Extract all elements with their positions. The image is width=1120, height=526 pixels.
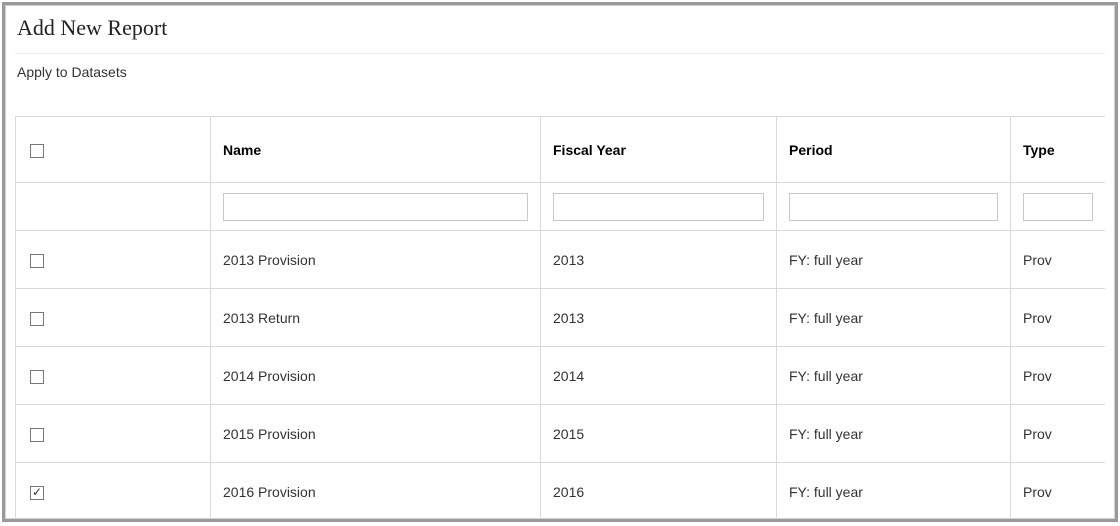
cell-checkbox [16, 463, 211, 521]
page-title: Add New Report [15, 13, 1105, 53]
cell-name: 2016 Provision [211, 463, 541, 521]
filter-fiscal-year-input[interactable] [553, 193, 764, 221]
header-fiscal-year[interactable]: Fiscal Year [541, 117, 777, 183]
cell-name: 2015 Provision [211, 405, 541, 463]
cell-type: Prov [1011, 463, 1106, 521]
filter-cell-period [777, 183, 1011, 231]
table-row[interactable]: 2013 Provision2013FY: full yearProv [16, 231, 1106, 289]
cell-fiscal-year: 2013 [541, 231, 777, 289]
filter-type-input[interactable] [1023, 193, 1093, 221]
header-period[interactable]: Period [777, 117, 1011, 183]
cell-period: FY: full year [777, 231, 1011, 289]
header-type[interactable]: Type [1011, 117, 1106, 183]
cell-checkbox [16, 231, 211, 289]
cell-type: Prov [1011, 231, 1106, 289]
section-label: Apply to Datasets [15, 53, 1105, 86]
cell-fiscal-year: 2014 [541, 347, 777, 405]
row-checkbox[interactable] [30, 486, 44, 500]
table-filter-row [16, 183, 1106, 231]
header-name[interactable]: Name [211, 117, 541, 183]
row-checkbox[interactable] [30, 254, 44, 268]
table-header-row: Name Fiscal Year Period Type [16, 117, 1106, 183]
datasets-table: Name Fiscal Year Period Type [15, 116, 1105, 521]
table-row[interactable]: 2014 Provision2014FY: full yearProv [16, 347, 1106, 405]
cell-checkbox [16, 347, 211, 405]
cell-name: 2014 Provision [211, 347, 541, 405]
table-row[interactable]: 2016 Provision2016FY: full yearProv [16, 463, 1106, 521]
row-checkbox[interactable] [30, 428, 44, 442]
header-select-all [16, 117, 211, 183]
filter-cell-type [1011, 183, 1106, 231]
row-checkbox[interactable] [30, 312, 44, 326]
cell-checkbox [16, 405, 211, 463]
filter-period-input[interactable] [789, 193, 998, 221]
cell-name: 2013 Provision [211, 231, 541, 289]
table-row[interactable]: 2013 Return2013FY: full yearProv [16, 289, 1106, 347]
cell-type: Prov [1011, 347, 1106, 405]
filter-cell-fiscal-year [541, 183, 777, 231]
filter-cell-name [211, 183, 541, 231]
cell-period: FY: full year [777, 405, 1011, 463]
spacer [15, 86, 1105, 116]
cell-checkbox [16, 289, 211, 347]
cell-fiscal-year: 2015 [541, 405, 777, 463]
filter-name-input[interactable] [223, 193, 528, 221]
cell-period: FY: full year [777, 347, 1011, 405]
cell-period: FY: full year [777, 289, 1011, 347]
cell-period: FY: full year [777, 463, 1011, 521]
window-frame: Add New Report Apply to Datasets Name Fi… [2, 2, 1118, 522]
cell-type: Prov [1011, 405, 1106, 463]
filter-cell-empty [16, 183, 211, 231]
cell-type: Prov [1011, 289, 1106, 347]
table-row[interactable]: 2015 Provision2015FY: full yearProv [16, 405, 1106, 463]
select-all-checkbox[interactable] [30, 144, 44, 158]
cell-fiscal-year: 2016 [541, 463, 777, 521]
cell-fiscal-year: 2013 [541, 289, 777, 347]
row-checkbox[interactable] [30, 370, 44, 384]
cell-name: 2013 Return [211, 289, 541, 347]
